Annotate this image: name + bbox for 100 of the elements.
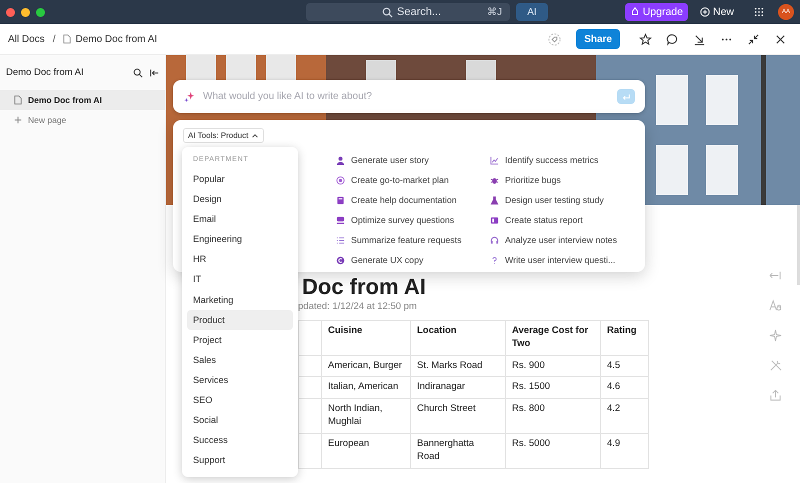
- ai-tool-item[interactable]: Create help documentation: [336, 193, 490, 207]
- department-menu-item[interactable]: Support: [187, 450, 293, 470]
- chart-icon: [490, 156, 499, 164]
- department-menu-item[interactable]: IT: [187, 269, 293, 290]
- last-updated-text: pdated: 1/12/24 at 12:50 pm: [298, 301, 417, 312]
- search-icon: [382, 6, 393, 18]
- new-page-button[interactable]: New page: [0, 110, 165, 130]
- table-cell: European: [322, 433, 410, 468]
- shortcut-text: ⌘J: [487, 6, 502, 18]
- tool-label: Create go-to-market plan: [351, 175, 449, 185]
- sparkle-icon: [183, 90, 195, 102]
- table-cell: American, Burger: [322, 355, 410, 377]
- ai-tools-dropdown[interactable]: AI Tools: Product: [183, 128, 264, 143]
- new-page-label: New page: [28, 115, 66, 125]
- ai-tool-item[interactable]: Identify success metrics: [490, 153, 644, 167]
- column-header: Average Cost for Two: [506, 320, 600, 356]
- ai-prompt-field[interactable]: What would you like AI to write about?: [173, 80, 645, 113]
- close-icon[interactable]: [774, 32, 787, 46]
- upgrade-button[interactable]: Upgrade: [624, 3, 688, 21]
- tool-label: Optimize survey questions: [351, 215, 454, 225]
- tool-label: Create help documentation: [351, 195, 457, 205]
- ai-tool-item[interactable]: Write user interview questi...: [490, 253, 644, 267]
- department-menu-item[interactable]: Success: [187, 430, 293, 450]
- bug-icon: [490, 176, 499, 184]
- ai-tool-item[interactable]: Prioritize bugs: [490, 173, 644, 187]
- star-icon[interactable]: [639, 32, 652, 46]
- book-icon: [336, 196, 345, 204]
- ai-tool-item[interactable]: Optimize survey questions: [336, 213, 490, 227]
- table-cell: Rs. 900: [506, 355, 600, 377]
- tool-label: Design user testing study: [505, 195, 604, 205]
- table-cell: 4.5: [600, 355, 648, 377]
- table-cell: North Indian, Mughlai: [322, 398, 410, 434]
- headset-icon: [490, 236, 499, 244]
- tool-label: Generate user story: [351, 155, 429, 165]
- collapse-icon[interactable]: [747, 32, 760, 46]
- department-menu-item[interactable]: Marketing: [187, 290, 293, 310]
- table-cell: Rs. 800: [506, 398, 600, 434]
- person-icon: [336, 156, 345, 164]
- share-button[interactable]: Share: [576, 29, 620, 49]
- ai-tool-item[interactable]: Generate UX copy: [336, 253, 490, 267]
- department-menu-item[interactable]: Engineering: [187, 229, 293, 250]
- minimize-icon[interactable]: [21, 8, 30, 16]
- plus-icon: [700, 7, 710, 17]
- breadcrumb-link[interactable]: All Docs: [8, 34, 45, 44]
- ai-tool-item[interactable]: Generate user story: [336, 153, 490, 167]
- breadcrumb-link[interactable]: Demo Doc from AI: [75, 34, 158, 44]
- search-bar[interactable]: Search... ⌘J: [306, 3, 510, 21]
- ai-tool-item[interactable]: Design user testing study: [490, 193, 644, 207]
- department-menu-item[interactable]: Sales: [187, 350, 293, 370]
- sidebar-page-item[interactable]: Demo Doc from AI: [0, 90, 165, 110]
- document-icon: [14, 95, 22, 105]
- tool-label: Identify success metrics: [505, 155, 598, 165]
- tool-label: Summarize feature requests: [351, 235, 462, 245]
- column-header: Location: [410, 320, 506, 356]
- department-menu-item[interactable]: Design: [187, 189, 293, 210]
- search-input[interactable]: Search...: [397, 6, 467, 18]
- table-cell: Bannerghatta Road: [410, 433, 506, 468]
- comment-icon[interactable]: [666, 32, 679, 46]
- tool-label: Analyze user interview notes: [505, 235, 617, 245]
- arrow-icon[interactable]: [693, 32, 706, 46]
- column-header: Rating: [600, 320, 648, 356]
- department-menu-item[interactable]: HR: [187, 249, 293, 270]
- question-icon: [490, 256, 499, 264]
- ai-tool-item[interactable]: Create status report: [490, 213, 644, 227]
- department-menu-item[interactable]: Project: [187, 330, 293, 350]
- department-menu-item[interactable]: Social: [187, 410, 293, 430]
- document-icon: [63, 34, 72, 44]
- department-menu-item[interactable]: Services: [187, 370, 293, 390]
- target-icon: [336, 176, 345, 184]
- caret-icon: [251, 132, 260, 140]
- flask-icon: [490, 196, 499, 204]
- search-icon[interactable]: [133, 68, 143, 78]
- ai-button[interactable]: AI: [516, 3, 548, 21]
- department-menu-item[interactable]: Popular: [187, 169, 293, 190]
- department-menu-item[interactable]: SEO: [187, 390, 293, 410]
- document-title: Doc from AI: [301, 275, 426, 299]
- prompt-input[interactable]: What would you like AI to write about?: [201, 90, 611, 103]
- ai-tool-item[interactable]: Summarize feature requests: [336, 233, 490, 247]
- plus-icon: [14, 116, 22, 124]
- ai-tool-item[interactable]: Analyze user interview notes: [490, 233, 644, 247]
- tag-icon[interactable]: [548, 32, 562, 46]
- tool-label: Prioritize bugs: [505, 175, 561, 185]
- column-header: Cuisine: [322, 320, 410, 356]
- new-button[interactable]: New: [696, 6, 738, 18]
- table-cell: 4.6: [600, 376, 648, 399]
- department-menu-item[interactable]: Email: [187, 209, 293, 230]
- tool-label: Create status report: [505, 215, 583, 225]
- collapse-sidebar-icon[interactable]: [149, 68, 159, 78]
- table-cell: Church Street: [410, 398, 506, 434]
- table-cell: Italian, American: [322, 376, 410, 399]
- table-cell: 4.9: [600, 433, 648, 468]
- tool-label: Write user interview questi...: [505, 255, 616, 265]
- survey-icon: [336, 216, 345, 224]
- zoom-icon[interactable]: [36, 8, 45, 16]
- table-cell: Rs. 5000: [506, 433, 600, 468]
- department-menu-item[interactable]: Product: [187, 310, 293, 330]
- apps-icon[interactable]: [754, 7, 764, 17]
- sidebar-title: Demo Doc from AI: [6, 67, 85, 78]
- ai-tool-item[interactable]: Create go-to-market plan: [336, 173, 490, 187]
- enter-icon: [621, 92, 631, 102]
